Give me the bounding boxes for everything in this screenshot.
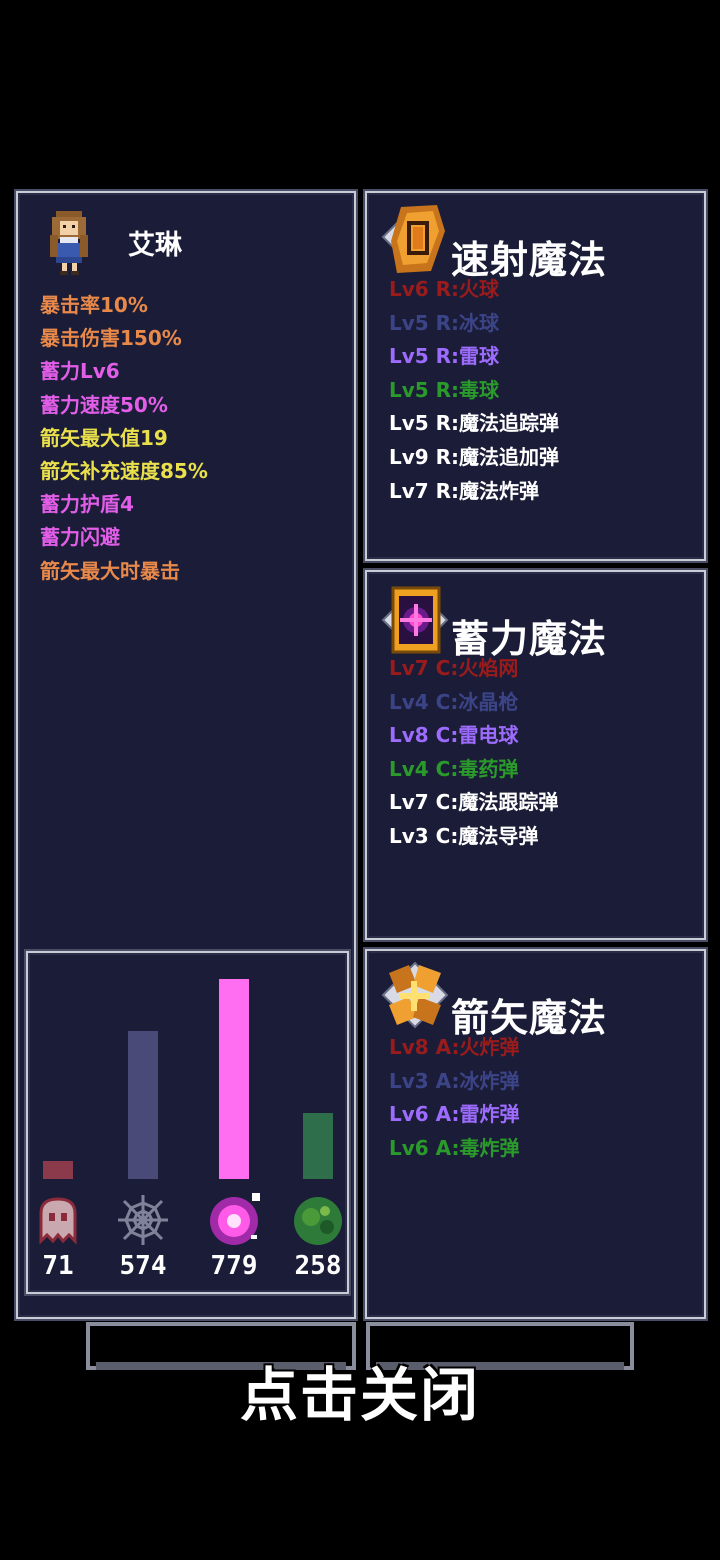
resource-bar [128, 1031, 158, 1179]
character-name: 艾琳 [128, 230, 182, 261]
spell-item: Lv3 A:冰炸弹 [389, 1068, 520, 1093]
spell-item: Lv5 R:雷球 [389, 344, 500, 369]
attribute-item: 箭矢最大时暴击 [40, 558, 180, 583]
spell-item: Lv9 R:魔法追加弹 [389, 444, 560, 469]
spell-item: Lv4 C:冰晶枪 [389, 689, 519, 714]
element-stats-panel: 71 574 779 258 [26, 951, 349, 1294]
attribute-list: 暴击率10% 暴击伤害150% 蓄力Lv6 蓄力速度50% 箭矢最大值19 箭矢补充速度8… [40, 289, 208, 588]
character-portrait-icon [50, 211, 88, 275]
attribute-item: 暴击伤害150% [40, 326, 182, 351]
resource-value: 71 [42, 1251, 74, 1281]
charge-magic-icon [381, 586, 449, 654]
rapid-spell-list: Lv6 R:火球 Lv5 R:冰球 Lv5 R:雷球 Lv5 R:毒球 Lv5 R:魔法… [389, 273, 559, 508]
arrow-magic-icon [381, 961, 449, 1029]
resource-bar [303, 1113, 333, 1179]
attribute-item: 蓄力闪避 [40, 525, 120, 550]
arrow-spell-list: Lv8 A:火炸弹 Lv3 A:冰炸弹 Lv6 A:雷炸弹 Lv6 A:毒炸弹 [389, 1031, 520, 1165]
spell-item: Lv7 C:火焰网 [389, 656, 519, 680]
resource-value: 779 [210, 1251, 258, 1281]
spell-item: Lv8 A:火炸弹 [389, 1035, 520, 1059]
thunder-orb-icon [207, 1193, 261, 1247]
arrow-magic-panel: 箭矢魔法 Lv8 A:火炸弹 Lv3 A:冰炸弹 Lv6 A:雷炸弹 Lv6 A:毒炸… [365, 949, 706, 1319]
spell-item: Lv7 R:魔法炸弹 [389, 478, 540, 503]
attribute-item: 箭矢补充速度85% [40, 458, 208, 483]
spell-item: Lv3 C:魔法导弹 [389, 823, 539, 848]
fire-ghost-icon [31, 1193, 85, 1247]
poison-slime-icon [291, 1193, 345, 1247]
ice-web-icon [116, 1193, 170, 1247]
tap-to-close-button[interactable]: 点击关闭 [0, 1348, 720, 1432]
resource-value: 574 [119, 1251, 167, 1281]
resource-bar [43, 1161, 73, 1179]
resource-value: 258 [294, 1251, 342, 1281]
character-panel: 艾琳 暴击率10% 暴击伤害150% 蓄力Lv6 蓄力速度50% 箭矢最大值19 箭矢补充… [16, 191, 356, 1319]
attribute-item: 暴击率10% [40, 293, 148, 317]
rapid-magic-panel: 速射魔法 Lv6 R:火球 Lv5 R:冰球 Lv5 R:雷球 Lv5 R:毒球 Lv5… [365, 191, 706, 561]
attribute-item: 蓄力速度50% [40, 392, 168, 417]
charge-spell-list: Lv7 C:火焰网 Lv4 C:冰晶枪 Lv8 C:雷电球 Lv4 C:毒药弹 Lv7 … [389, 652, 558, 854]
spell-item: Lv5 R:毒球 [389, 377, 500, 402]
rapid-magic-icon [381, 205, 445, 273]
spell-item: Lv5 R:魔法追踪弹 [389, 411, 560, 436]
spell-item: Lv5 R:冰球 [389, 310, 500, 335]
resource-bar [219, 979, 249, 1179]
spell-item: Lv6 R:火球 [389, 277, 500, 301]
spell-item: Lv6 A:雷炸弹 [389, 1102, 520, 1127]
spell-item: Lv8 C:雷电球 [389, 723, 519, 748]
spell-item: Lv4 C:毒药弹 [389, 756, 519, 781]
attribute-item: 蓄力护盾4 [40, 492, 134, 517]
attribute-item: 箭矢最大值19 [40, 425, 168, 450]
charge-magic-panel: 蓄力魔法 Lv7 C:火焰网 Lv4 C:冰晶枪 Lv8 C:雷电球 Lv4 C:毒药… [365, 570, 706, 940]
attribute-item: 蓄力Lv6 [40, 359, 120, 384]
spell-item: Lv6 A:毒炸弹 [389, 1135, 520, 1160]
spell-item: Lv7 C:魔法跟踪弹 [389, 790, 559, 815]
